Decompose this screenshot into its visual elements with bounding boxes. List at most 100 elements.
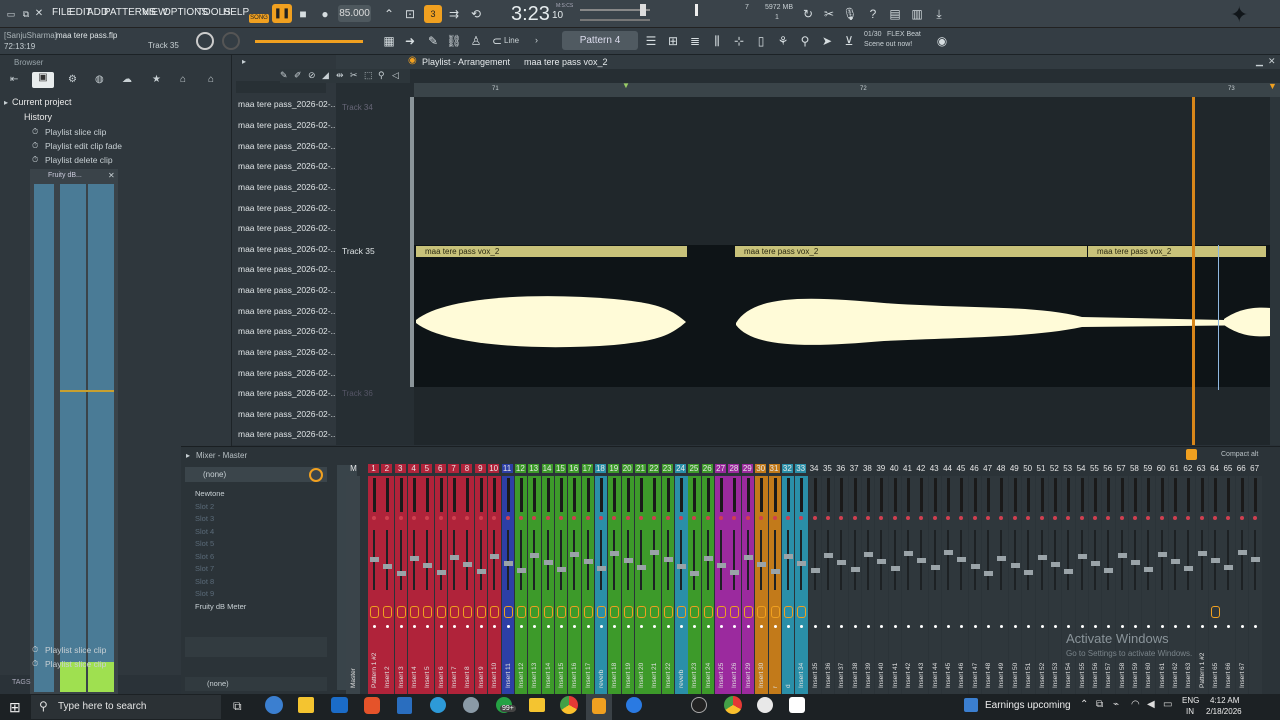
mixer-stereo-knob[interactable] — [623, 606, 633, 618]
mixer-fader-track[interactable] — [653, 530, 656, 590]
mixer-fader-track[interactable] — [720, 530, 723, 590]
mixer-route-dot[interactable] — [666, 625, 670, 628]
effect-slot-6[interactable]: Slot 6 — [195, 552, 214, 561]
mixer-fader-handle[interactable] — [690, 571, 700, 576]
mixer-stereo-knob[interactable] — [410, 606, 420, 618]
close-icon[interactable]: ✕ — [30, 5, 48, 23]
file-item[interactable]: maa tere pass_2026-02-... — [238, 388, 338, 398]
mixer-stereo-knob[interactable] — [570, 606, 580, 618]
mixer-fader-track[interactable] — [853, 530, 856, 590]
mixer-fader-handle[interactable] — [703, 556, 713, 561]
mixer-view-mode[interactable]: Compact alt — [1221, 451, 1258, 458]
mixer-route-dot[interactable] — [706, 625, 710, 628]
mixer-fader-handle[interactable] — [930, 565, 940, 570]
file-item[interactable]: maa tere pass_2026-02-... — [238, 306, 338, 316]
usb-icon[interactable]: ⌁ — [1113, 699, 1119, 710]
star-icon[interactable]: ★ — [152, 74, 161, 85]
mixer-fader-handle[interactable] — [917, 558, 927, 563]
link-icon[interactable]: ⛓ — [445, 32, 463, 50]
playhead-marker-icon[interactable]: ▼ — [1268, 81, 1277, 91]
mixer-fader-handle[interactable] — [637, 565, 646, 570]
mixer-fader-handle[interactable] — [490, 554, 500, 559]
mixer-fader-track[interactable] — [760, 530, 763, 590]
pattern-picker-icon[interactable]: ◉ — [408, 55, 417, 66]
mixer-fader-track[interactable] — [1107, 530, 1110, 590]
brush-tool-icon[interactable]: ✐ — [294, 70, 302, 81]
mixer-fader-handle[interactable] — [1024, 570, 1034, 575]
tag-alt-icon[interactable]: ⌂ — [208, 74, 214, 85]
mixer-route-dot[interactable] — [506, 625, 510, 628]
file-item[interactable]: maa tere pass_2026-02-... — [238, 326, 338, 336]
mixer-fader-track[interactable] — [987, 530, 990, 590]
mixer-route-dot[interactable] — [1120, 625, 1124, 628]
mixer-route-dot[interactable] — [826, 625, 830, 628]
mixer-mute-led[interactable] — [598, 516, 603, 520]
progress-slider[interactable] — [255, 40, 363, 43]
mixer-fader-track[interactable] — [1240, 530, 1243, 590]
outlook-icon[interactable] — [331, 697, 348, 713]
mixer-fader-track[interactable] — [680, 530, 683, 590]
mixer-fader-handle[interactable] — [1251, 557, 1261, 562]
mixer-fader-handle[interactable] — [984, 571, 994, 576]
snap-mode-label[interactable]: Line — [504, 36, 519, 45]
windows-start-icon[interactable]: ⊞ — [9, 699, 21, 716]
tools-icon[interactable]: ⚲ — [796, 32, 814, 50]
mixer-stereo-knob[interactable] — [770, 606, 780, 618]
mixer-fader-handle[interactable] — [1237, 550, 1247, 555]
mixer-stereo-knob[interactable] — [797, 606, 807, 618]
file-item[interactable]: maa tere pass_2026-02-... — [238, 141, 338, 151]
file-item[interactable]: maa tere pass_2026-02-... — [238, 368, 338, 378]
mixer-fader-track[interactable] — [640, 530, 642, 590]
mixer-mute-led[interactable] — [892, 516, 897, 520]
mixer-fader-track[interactable] — [893, 530, 896, 590]
current-project-node[interactable]: Current project — [12, 97, 72, 107]
mixer-mute-led[interactable] — [545, 516, 550, 520]
mixer-fader-handle[interactable] — [543, 560, 553, 565]
collapse-arrow-icon[interactable]: ▸ — [4, 98, 8, 107]
mixer-fader-handle[interactable] — [463, 562, 473, 567]
mixer-stereo-knob[interactable] — [637, 606, 646, 618]
mixer-route-dot[interactable] — [559, 625, 563, 628]
file-item[interactable]: maa tere pass_2026-02-... — [238, 203, 338, 213]
mixer-route-dot[interactable] — [1160, 625, 1164, 628]
language-region[interactable]: IN — [1186, 707, 1194, 716]
mixer-route-dot[interactable] — [599, 625, 603, 628]
master-volume-handle[interactable] — [640, 4, 646, 16]
mixer-fader-handle[interactable] — [516, 568, 526, 573]
stop-button[interactable]: ■ — [294, 5, 312, 23]
cut-icon[interactable]: ✂ — [820, 5, 838, 23]
mixer-fader-track[interactable] — [493, 530, 496, 590]
file-explorer-icon[interactable] — [298, 697, 314, 713]
mixer-fader-track[interactable] — [826, 530, 829, 590]
mixer-stereo-knob[interactable] — [396, 606, 406, 618]
pencil-tool-icon[interactable]: ✎ — [280, 70, 288, 81]
mixer-fader-handle[interactable] — [1104, 568, 1114, 573]
channel-rack-icon[interactable]: ⊞ — [664, 32, 682, 50]
effect-slot-9[interactable]: Slot 9 — [195, 589, 214, 598]
brave-icon[interactable] — [364, 697, 380, 714]
mixer-fader-handle[interactable] — [450, 555, 460, 560]
mixer-route-dot[interactable] — [1080, 625, 1084, 628]
track-35-waveforms[interactable] — [414, 257, 1280, 387]
mixer-stereo-knob[interactable] — [450, 606, 460, 618]
play-button[interactable]: ❚❚ — [272, 4, 292, 23]
export-icon[interactable]: ⤓ — [930, 5, 948, 23]
close-icon[interactable]: ✕ — [1268, 56, 1276, 67]
mixer-route-dot[interactable] — [893, 625, 897, 628]
folder-icon[interactable]: ▣ — [32, 72, 54, 88]
mixer-fader-handle[interactable] — [904, 551, 913, 556]
mixer-fader-handle[interactable] — [596, 566, 606, 571]
mixer-route-dot[interactable] — [933, 625, 937, 628]
mixer-mute-led[interactable] — [518, 516, 523, 520]
chrome-profile-icon[interactable] — [724, 696, 742, 714]
mixer-mute-led[interactable] — [852, 516, 857, 520]
mixer-mute-led[interactable] — [865, 516, 870, 520]
mixer-stereo-knob[interactable] — [717, 606, 727, 618]
mixer-route-dot[interactable] — [973, 625, 977, 628]
cloud-app-icon[interactable] — [463, 697, 479, 713]
plugin-close-icon[interactable]: ✕ — [108, 171, 115, 180]
snap-dropdown-arrow-icon[interactable]: › — [535, 35, 538, 45]
mixer-route-dot[interactable] — [907, 625, 910, 628]
mixer-stereo-knob[interactable] — [690, 606, 700, 618]
mixer-mute-led[interactable] — [906, 516, 910, 520]
